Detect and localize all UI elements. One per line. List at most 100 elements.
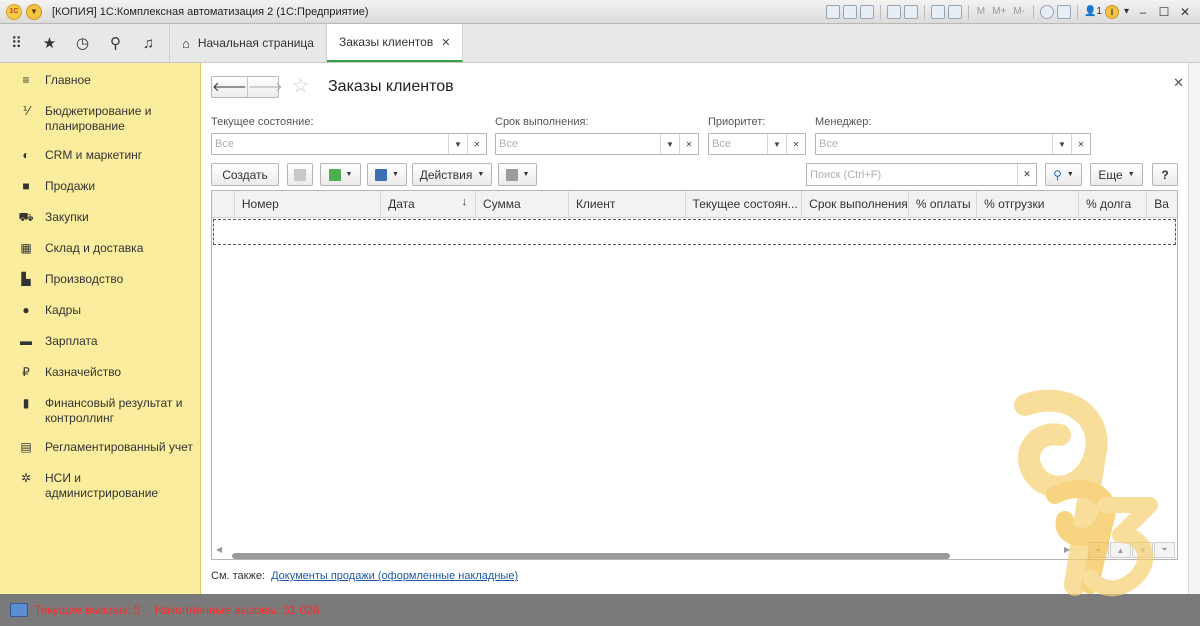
- sidebar-item-crm[interactable]: ◐ CRM и маркетинг: [0, 144, 200, 175]
- actions-button[interactable]: Действия ▼: [412, 163, 492, 186]
- clear-icon[interactable]: ✕: [786, 134, 805, 154]
- column-header-deadline[interactable]: Срок выполнения: [802, 191, 909, 217]
- attach-icon[interactable]: [903, 4, 918, 19]
- column-header-shipped-percent[interactable]: % отгрузки: [977, 191, 1079, 217]
- column-header-client[interactable]: Клиент: [569, 191, 686, 217]
- history-icon[interactable]: ◷: [66, 24, 99, 62]
- help-button[interactable]: ?: [1152, 163, 1178, 186]
- dropdown-icon[interactable]: ▼: [660, 134, 679, 154]
- create-button[interactable]: Создать: [211, 163, 279, 186]
- scroll-right-icon[interactable]: ▶: [1064, 545, 1070, 554]
- maximize-icon[interactable]: ☐: [1155, 4, 1173, 20]
- sidebar-item-production[interactable]: ▙ Производство: [0, 268, 200, 299]
- form-close-icon[interactable]: ✕: [1173, 75, 1184, 91]
- column-header-currency[interactable]: Ва: [1147, 191, 1177, 217]
- column-header-paid-percent[interactable]: % оплаты: [909, 191, 978, 217]
- minimize-icon[interactable]: –: [1134, 4, 1152, 20]
- first-page-icon[interactable]: ⏶: [1088, 542, 1109, 558]
- filter-state-input[interactable]: Все: [212, 134, 448, 154]
- create-based-on-button[interactable]: ▼: [320, 163, 361, 186]
- notifications-bell-icon[interactable]: ♫: [132, 24, 165, 62]
- column-header-amount[interactable]: Сумма: [476, 191, 569, 217]
- forward-arrow-icon[interactable]: 🡒: [246, 77, 283, 97]
- reports-button[interactable]: ▼: [498, 163, 537, 186]
- sidebar-item-label: Главное: [45, 73, 91, 87]
- column-header-debt-percent[interactable]: % долга: [1079, 191, 1148, 217]
- search-input[interactable]: Поиск (Ctrl+F): [807, 164, 1017, 185]
- calls-monitor-icon[interactable]: [10, 603, 28, 617]
- main-menu-dropdown-icon[interactable]: ▼: [26, 3, 42, 20]
- back-arrow-icon[interactable]: 🡐: [212, 77, 247, 97]
- search-field[interactable]: Поиск (Ctrl+F) ✕: [806, 163, 1037, 186]
- dropdown-icon[interactable]: ▼: [448, 134, 467, 154]
- sidebar-item-salary[interactable]: ▬ Зарплата: [0, 330, 200, 361]
- panels-icon[interactable]: [1056, 4, 1071, 19]
- filter-state-field[interactable]: Все ▼ ✕: [211, 133, 487, 155]
- scrollbar-thumb[interactable]: [232, 553, 950, 559]
- sidebar-item-financial-result[interactable]: ▮ Финансовый результат и контроллинг: [0, 392, 200, 436]
- memory-minus-button[interactable]: M-: [1011, 6, 1027, 17]
- sidebar-item-hr[interactable]: ● Кадры: [0, 299, 200, 330]
- filter-manager-field[interactable]: Все ▼ ✕: [815, 133, 1091, 155]
- column-header-date[interactable]: Дата ↓: [381, 191, 476, 217]
- sidebar-item-regulated-accounting[interactable]: ▤ Регламентированный учет: [0, 436, 200, 467]
- tab-customer-orders[interactable]: Заказы клиентов ✕: [326, 24, 464, 62]
- prev-page-icon[interactable]: ▲: [1110, 542, 1131, 558]
- filter-manager-input[interactable]: Все: [816, 134, 1052, 154]
- sections-grid-icon[interactable]: ⠿: [0, 24, 33, 62]
- filter-priority-input[interactable]: Все: [709, 134, 767, 154]
- sidebar-item-warehouse[interactable]: ▦ Склад и доставка: [0, 237, 200, 268]
- memory-plus-button[interactable]: M+: [990, 6, 1008, 17]
- column-header-icon[interactable]: [212, 191, 235, 217]
- clear-icon[interactable]: ✕: [1071, 134, 1090, 154]
- sidebar-item-label: Производство: [45, 272, 124, 286]
- print-icon[interactable]: [842, 4, 857, 19]
- info-dropdown-icon[interactable]: ▾: [1122, 6, 1131, 17]
- column-header-state[interactable]: Текущее состоян...: [686, 191, 803, 217]
- next-page-icon[interactable]: ▼: [1132, 542, 1153, 558]
- preview-icon[interactable]: [859, 4, 874, 19]
- info-icon[interactable]: i: [1104, 4, 1119, 19]
- sidebar-item-main[interactable]: ≡ Главное: [0, 69, 200, 100]
- tab-close-icon[interactable]: ✕: [441, 36, 450, 49]
- clear-icon[interactable]: ✕: [467, 134, 486, 154]
- sidebar-item-treasury[interactable]: ₽ Казначейство: [0, 361, 200, 392]
- zoom-icon[interactable]: [1039, 4, 1054, 19]
- filter-priority-field[interactable]: Все ▼ ✕: [708, 133, 806, 155]
- more-button[interactable]: Еще ▼: [1090, 163, 1143, 186]
- scroll-left-icon[interactable]: ◀: [216, 545, 222, 554]
- last-page-icon[interactable]: ⏷: [1154, 542, 1175, 558]
- sidebar-item-admin[interactable]: ✲ НСИ и администрирование: [0, 467, 200, 511]
- sidebar-item-purchases[interactable]: ⛟ Закупки: [0, 206, 200, 237]
- calculator-icon[interactable]: [930, 4, 945, 19]
- magnifier-icon: ⚲: [1053, 167, 1062, 182]
- close-icon[interactable]: ✕: [1176, 4, 1194, 20]
- print-button[interactable]: ▼: [367, 163, 407, 186]
- filter-deadline-input[interactable]: Все: [496, 134, 660, 154]
- sidebar-item-label: Финансовый результат и контроллинг: [45, 396, 183, 425]
- search-clear-icon[interactable]: ✕: [1017, 164, 1036, 185]
- column-header-number[interactable]: Номер: [235, 191, 382, 217]
- calendar-icon[interactable]: [947, 4, 962, 19]
- vertical-scrollbar[interactable]: [1188, 63, 1200, 594]
- filter-deadline-field[interactable]: Все ▼ ✕: [495, 133, 699, 155]
- search-button[interactable]: ⚲ ▼: [1045, 163, 1082, 186]
- dropdown-icon[interactable]: ▼: [767, 134, 786, 154]
- users-icon[interactable]: 👤1: [1084, 6, 1102, 17]
- search-icon[interactable]: ⚲: [99, 24, 132, 62]
- dropdown-icon[interactable]: ▼: [1052, 134, 1071, 154]
- table-row[interactable]: [213, 219, 1176, 245]
- favorites-star-icon[interactable]: ★: [33, 24, 66, 62]
- horizontal-scrollbar[interactable]: ◀ ▶ ⏶ ▲ ▼ ⏷: [212, 541, 1177, 559]
- tab-home[interactable]: ⌂ Начальная страница: [169, 24, 327, 62]
- link-icon[interactable]: [886, 4, 901, 19]
- sidebar-item-budgeting[interactable]: ⅟ Бюджетирование и планирование: [0, 100, 200, 144]
- clear-icon[interactable]: ✕: [679, 134, 698, 154]
- home-icon: ⌂: [182, 35, 190, 51]
- memory-button[interactable]: M: [975, 6, 987, 17]
- sidebar-item-sales[interactable]: ■ Продажи: [0, 175, 200, 206]
- save-icon[interactable]: [825, 4, 840, 19]
- sales-documents-link[interactable]: Документы продажи (оформленные накладные…: [271, 570, 518, 582]
- favorite-star-icon[interactable]: ☆: [292, 75, 309, 98]
- copy-button[interactable]: [287, 163, 313, 186]
